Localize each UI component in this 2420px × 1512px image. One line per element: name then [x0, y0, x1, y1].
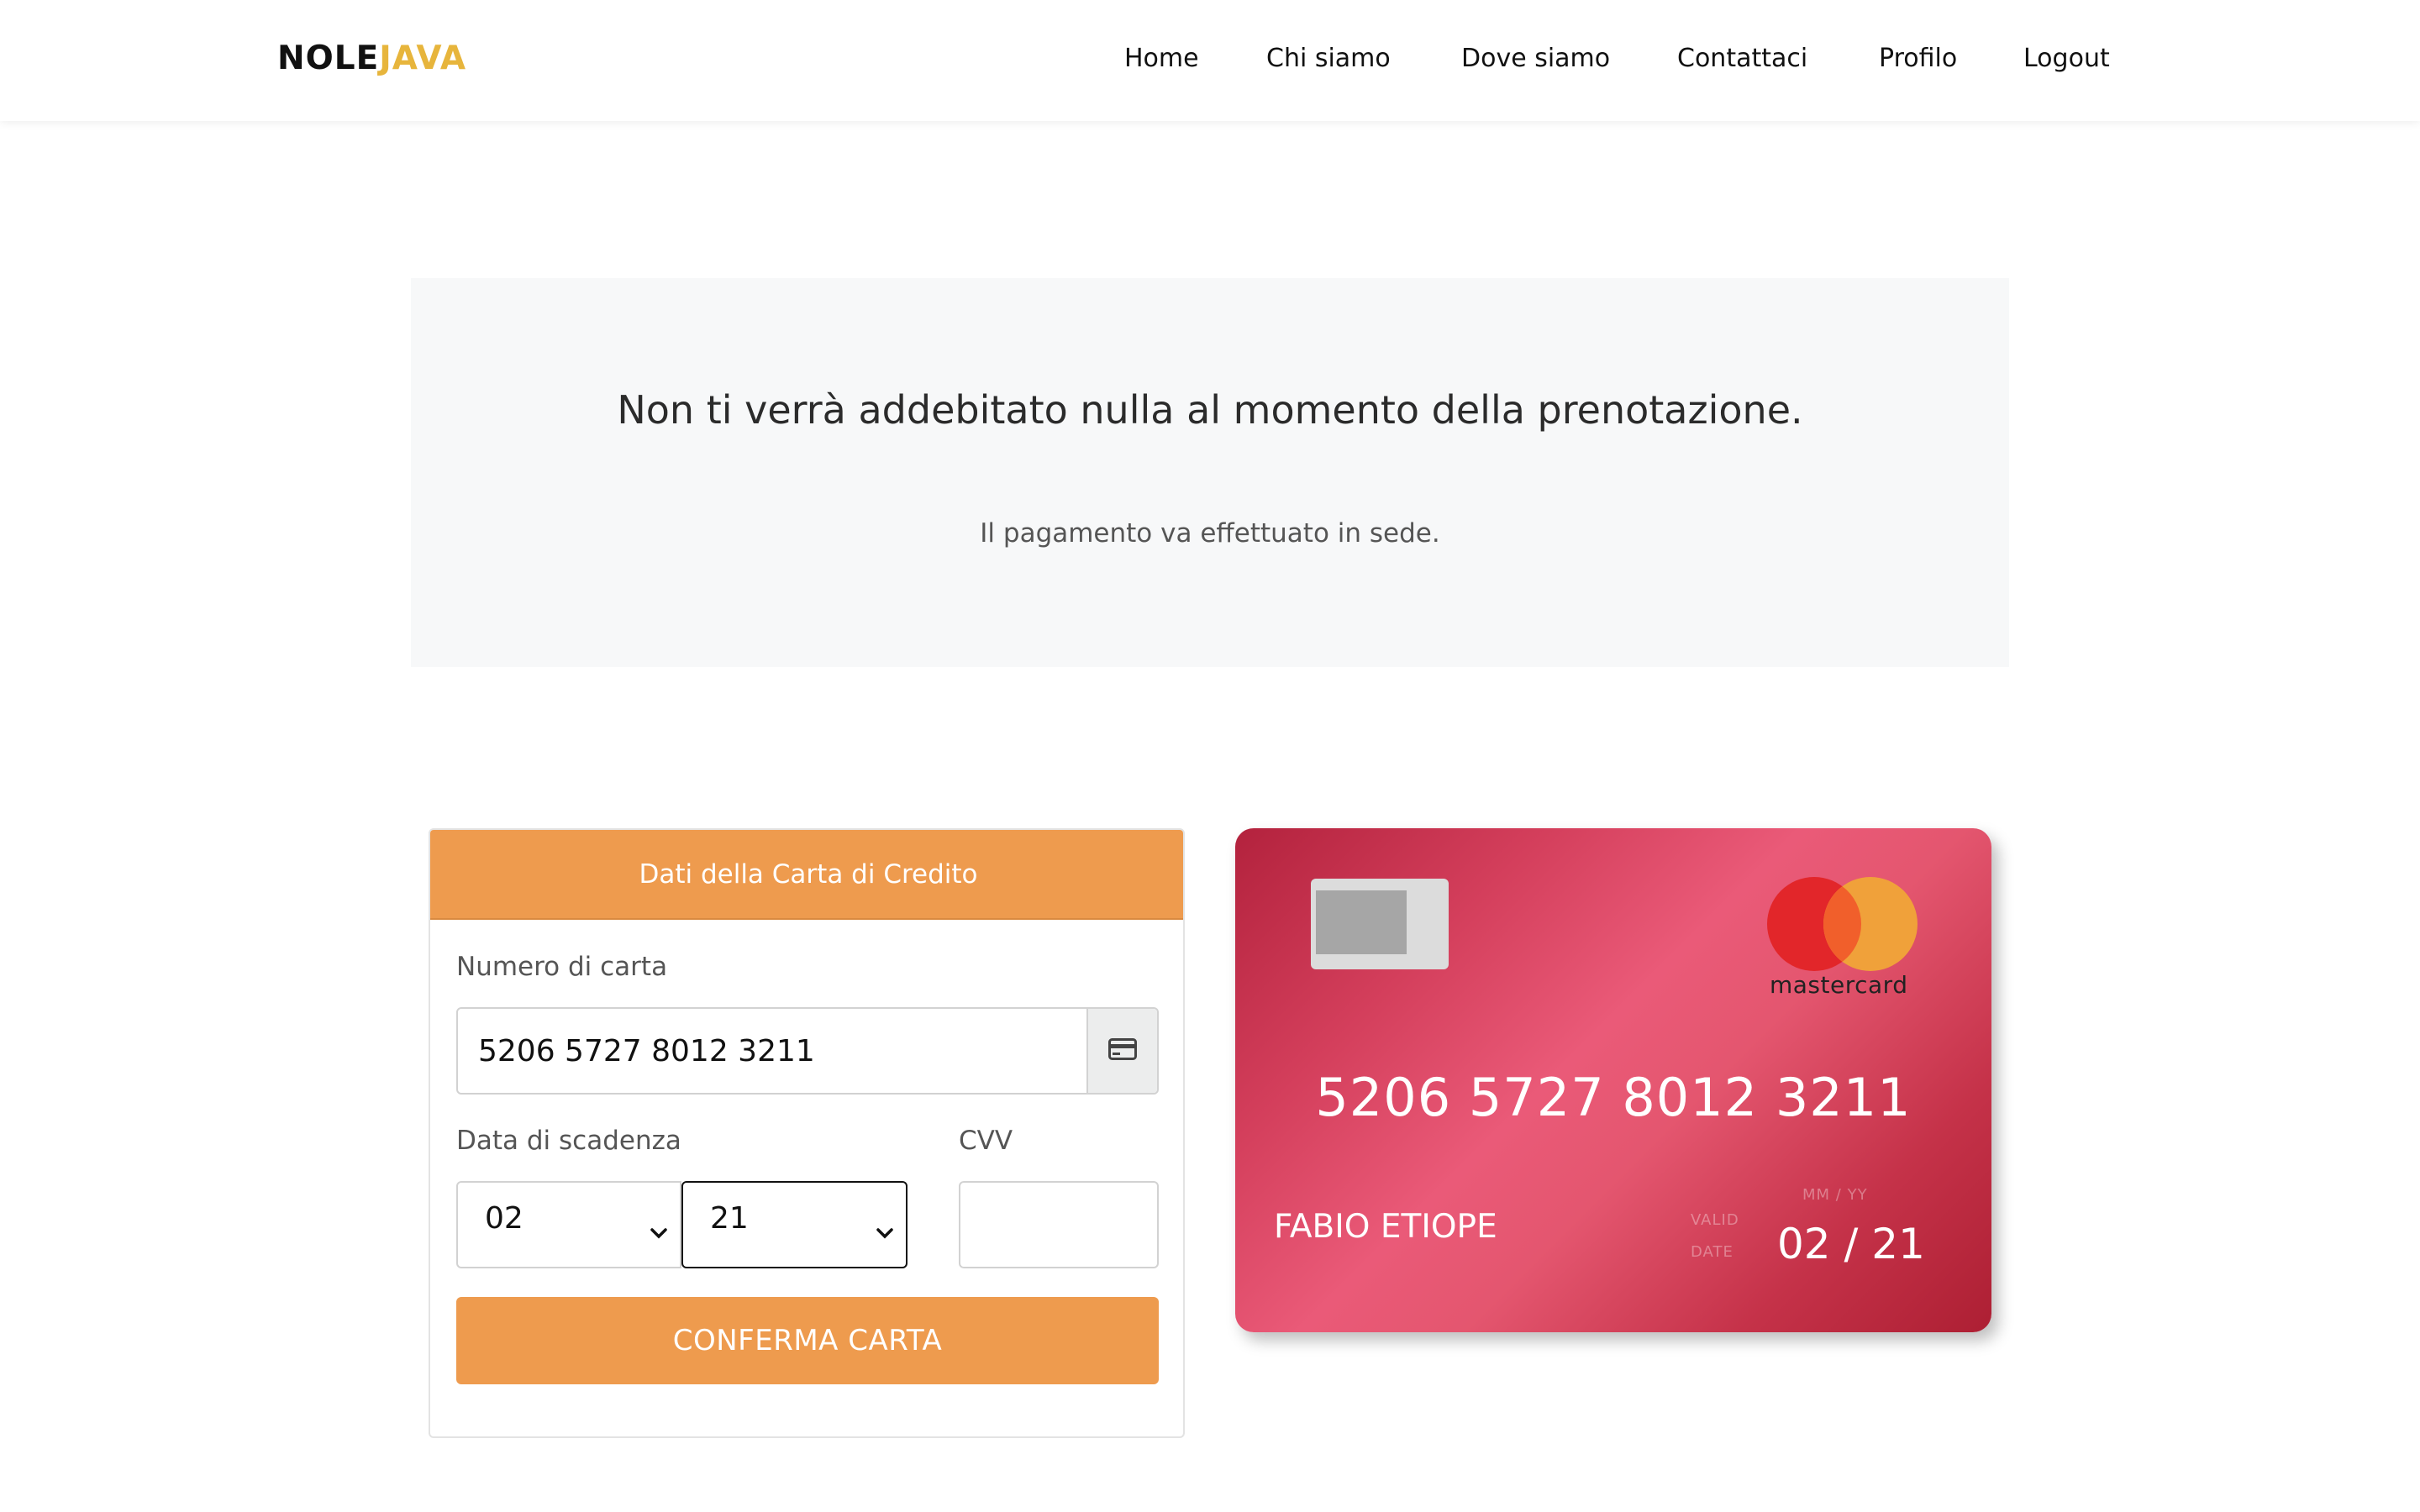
card-number-label: Numero di carta: [456, 952, 668, 982]
nav-dove-siamo[interactable]: Dove siamo: [1461, 44, 1610, 73]
credit-card-icon: [1108, 1038, 1137, 1063]
expiry-year-value: 21: [710, 1201, 749, 1236]
confirm-card-button[interactable]: CONFERMA CARTA: [456, 1297, 1159, 1384]
mastercard-wordmark: mastercard: [1770, 971, 1908, 999]
card-number-addon: [1086, 1009, 1157, 1093]
nav-chi-siamo[interactable]: Chi siamo: [1266, 44, 1391, 73]
banner-title: Non ti verrà addebitato nulla al momento…: [617, 387, 1803, 433]
valid-label-line2: DATE: [1691, 1243, 1733, 1261]
nav-contattaci[interactable]: Contattaci: [1677, 44, 1807, 73]
credit-card-preview: mastercard 5206 5727 8012 3211 FABIO ETI…: [1235, 828, 1991, 1332]
nav-logout[interactable]: Logout: [2023, 44, 2110, 73]
form-header: Dati della Carta di Credito: [430, 830, 1183, 920]
expiry-year-select[interactable]: 21: [681, 1181, 908, 1268]
card-number-group: [456, 1007, 1159, 1095]
mastercard-logo: [1765, 877, 1933, 986]
info-banner: Non ti verrà addebitato nulla al momento…: [411, 278, 2009, 667]
cvv-input[interactable]: [959, 1181, 1159, 1268]
expiry-month-select[interactable]: 02: [456, 1181, 681, 1268]
credit-card-form: Dati della Carta di Credito Numero di ca…: [429, 828, 1185, 1438]
expiry-label: Data di scadenza: [456, 1126, 681, 1156]
banner-subtitle: Il pagamento va effettuato in sede.: [980, 518, 1440, 549]
chevron-down-icon: [876, 1213, 894, 1247]
card-number-input[interactable]: [458, 1009, 1088, 1093]
card-holder-name: FABIO ETIOPE: [1274, 1208, 1497, 1246]
nav-links: Home Chi siamo Dove siamo Contattaci Pro…: [0, 44, 2420, 77]
nav-home[interactable]: Home: [1124, 44, 1199, 73]
valid-label-line1: VALID: [1691, 1211, 1739, 1229]
cvv-label: CVV: [959, 1126, 1013, 1156]
mmyy-label: MM / YY: [1802, 1186, 1868, 1204]
navbar: NOLEJAVA Home Chi siamo Dove siamo Conta…: [0, 0, 2420, 121]
card-chip: [1311, 879, 1449, 969]
expiry-month-value: 02: [485, 1201, 523, 1236]
nav-profilo[interactable]: Profilo: [1879, 44, 1957, 73]
card-preview-number: 5206 5727 8012 3211: [1315, 1067, 1912, 1128]
card-chip-contact: [1316, 890, 1407, 954]
chevron-down-icon: [650, 1213, 668, 1247]
card-preview-expiry: 02 / 21: [1777, 1220, 1925, 1268]
